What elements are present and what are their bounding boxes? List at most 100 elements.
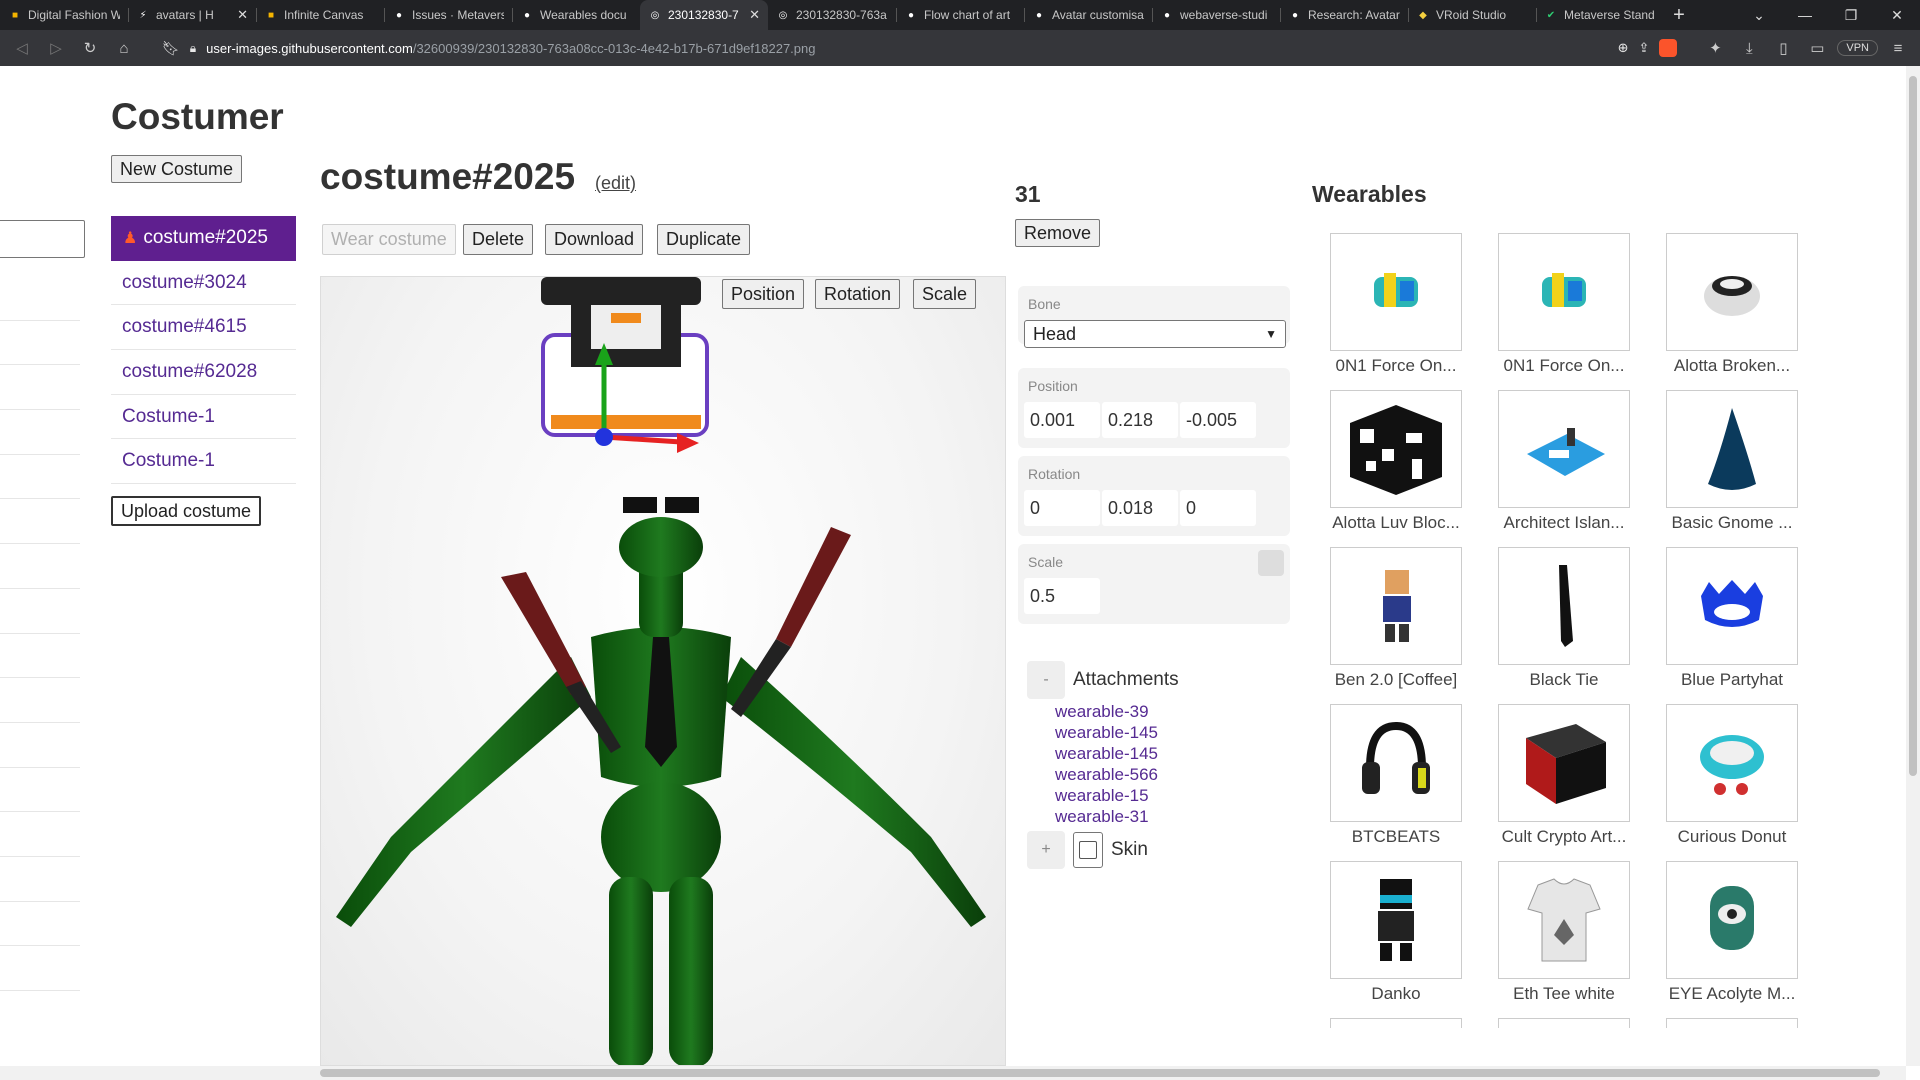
wearable-card[interactable]: Alotta Broken... <box>1666 233 1798 376</box>
close-tab-icon[interactable]: ✕ <box>237 7 248 23</box>
address-bar[interactable]: 🔖︎ 🔒︎ user-images.githubusercontent.com/… <box>152 34 1687 62</box>
tab-search-icon[interactable]: ⌄ <box>1736 0 1782 30</box>
zoom-icon[interactable]: ⊕ <box>1618 40 1629 56</box>
browser-tab[interactable]: ● Avatar customisa <box>1024 0 1152 30</box>
attachment-link[interactable]: wearable-39 <box>1055 701 1179 722</box>
vpn-badge[interactable]: VPN <box>1837 40 1878 56</box>
clipped-input[interactable] <box>0 220 85 258</box>
bone-select[interactable]: Head ▼ <box>1024 320 1286 348</box>
vroid-icon: ◆ <box>1419 9 1427 21</box>
costume-list-item[interactable]: Costume-1 <box>111 439 296 485</box>
attachment-link[interactable]: wearable-145 <box>1055 743 1179 764</box>
wearable-card[interactable]: Black Tie <box>1498 547 1630 690</box>
browser-tab[interactable]: ◎ 230132830-763a <box>768 0 896 30</box>
browser-tab[interactable]: ■ Infinite Canvas <box>256 0 384 30</box>
sidebar-icon[interactable]: ▯ <box>1769 34 1797 62</box>
position-x-input[interactable]: 0.001 <box>1024 402 1100 438</box>
share-icon[interactable]: ⇪ <box>1638 40 1649 56</box>
position-y-input[interactable]: 0.218 <box>1102 402 1178 438</box>
forward-button[interactable]: ▷ <box>42 34 70 62</box>
wearable-card[interactable]: Eth Tee white <box>1498 861 1630 1004</box>
edit-name-link[interactable]: (edit) <box>595 173 636 194</box>
wearable-card[interactable]: Blue Partyhat <box>1666 547 1798 690</box>
costume-list-item[interactable]: costume#62028 <box>111 350 296 395</box>
browser-tab[interactable]: ● webaverse-studi <box>1152 0 1280 30</box>
close-window-button[interactable]: ✕ <box>1874 0 1920 30</box>
browser-tab[interactable]: ■ Digital Fashion W <box>0 0 128 30</box>
menu-icon[interactable]: ≡ <box>1884 34 1912 62</box>
vertical-scrollbar[interactable] <box>1906 66 1920 1066</box>
downloads-icon[interactable]: ⤓ <box>1735 34 1763 62</box>
attachment-link[interactable]: wearable-566 <box>1055 764 1179 785</box>
position-z-input[interactable]: -0.005 <box>1180 402 1256 438</box>
home-button[interactable]: ⌂ <box>110 34 138 62</box>
browser-tab[interactable]: ⚡ avatars | H ✕ <box>128 0 256 30</box>
wearable-card[interactable]: EYE Acolyte M... <box>1666 861 1798 1004</box>
download-button[interactable]: Download <box>545 224 644 255</box>
remove-button[interactable]: Remove <box>1015 219 1101 247</box>
browser-tab[interactable]: ● Issues · Metavers <box>384 0 512 30</box>
attachment-link[interactable]: wearable-145 <box>1055 722 1179 743</box>
wear-costume-button[interactable]: Wear costume <box>322 224 456 255</box>
gizmo-scale-button[interactable]: Scale <box>913 279 977 309</box>
wearable-label: Alotta Luv Bloc... <box>1332 513 1460 532</box>
close-tab-icon[interactable]: ✕ <box>749 7 760 23</box>
wallet-icon[interactable]: ▭ <box>1803 34 1831 62</box>
gizmo-x-axis[interactable] <box>603 434 682 445</box>
gizmo-position-button[interactable]: Position <box>722 279 805 309</box>
wearable-card[interactable] <box>1498 1018 1630 1028</box>
minimize-button[interactable]: — <box>1782 0 1828 30</box>
costume-list-item[interactable]: ♟ costume#2025 <box>111 216 296 261</box>
wearable-card[interactable]: BTCBEATS <box>1330 704 1462 847</box>
costume-list-item[interactable]: costume#3024 <box>111 261 296 306</box>
browser-tab[interactable]: ✔ Metaverse Stand <box>1536 0 1664 30</box>
rotation-x-input[interactable]: 0 <box>1024 490 1100 526</box>
wearable-card[interactable]: Ben 2.0 [Coffee] <box>1330 547 1462 690</box>
wearable-card[interactable]: Danko <box>1330 861 1462 1004</box>
url-text[interactable]: user-images.githubusercontent.com/326009… <box>206 41 1607 56</box>
new-costume-button[interactable]: New Costume <box>111 155 243 183</box>
back-button[interactable]: ◁ <box>8 34 36 62</box>
restore-button[interactable]: ❐ <box>1828 0 1874 30</box>
bookmark-icon[interactable]: 🔖︎ <box>162 40 180 57</box>
browser-tab[interactable]: ● Flow chart of art <box>896 0 1024 30</box>
attachment-link[interactable]: wearable-15 <box>1055 785 1179 806</box>
scale-input[interactable]: 0.5 <box>1024 578 1100 614</box>
scale-lock-button[interactable] <box>1258 550 1284 576</box>
costume-list-item[interactable]: costume#4615 <box>111 305 296 351</box>
rotation-y-input[interactable]: 0.018 <box>1102 490 1178 526</box>
avatar-3d-viewport[interactable] <box>320 276 1006 1066</box>
wearable-card[interactable]: Architect Islan... <box>1498 390 1630 533</box>
new-tab-button[interactable]: + <box>1664 0 1694 30</box>
skin-checkbox[interactable] <box>1073 832 1103 868</box>
attachment-link[interactable]: wearable-31 <box>1055 806 1179 827</box>
wearable-card[interactable]: 0N1 Force On... <box>1498 233 1630 376</box>
upload-costume-button[interactable]: Upload costume <box>111 496 262 526</box>
wearable-card[interactable]: Curious Donut <box>1666 704 1798 847</box>
reload-button[interactable]: ↻ <box>76 34 104 62</box>
costume-list-item[interactable]: Costume-1 <box>111 395 296 440</box>
wearable-card[interactable]: 0N1 Force On... <box>1330 233 1462 376</box>
wearable-card[interactable] <box>1666 1018 1798 1028</box>
horizontal-scrollbar[interactable] <box>0 1066 1906 1080</box>
browser-tab[interactable]: ◆ VRoid Studio <box>1408 0 1536 30</box>
gizmo-z-axis[interactable] <box>595 428 613 446</box>
browser-tab[interactable]: ● Research: Avatar <box>1280 0 1408 30</box>
costume-name: costume#4615 <box>122 316 247 338</box>
rotation-z-input[interactable]: 0 <box>1180 490 1256 526</box>
wearable-card[interactable] <box>1330 1018 1462 1028</box>
delete-button[interactable]: Delete <box>463 224 534 255</box>
browser-tab[interactable]: ● Wearables docu <box>512 0 640 30</box>
wearable-card[interactable]: Cult Crypto Art... <box>1498 704 1630 847</box>
duplicate-button[interactable]: Duplicate <box>657 224 751 255</box>
collapse-attachments-button[interactable]: - <box>1027 661 1065 699</box>
wearable-card[interactable]: Alotta Luv Bloc... <box>1330 390 1462 533</box>
gizmo-rotation-button[interactable]: Rotation <box>815 279 901 309</box>
browser-tab[interactable]: ◎ 230132830-7 ✕ <box>640 0 768 30</box>
add-attachment-button[interactable]: + <box>1027 831 1065 869</box>
brave-shield-icon[interactable] <box>1659 39 1678 57</box>
wearable-card[interactable]: Basic Gnome ... <box>1666 390 1798 533</box>
lock-icon[interactable]: 🔒︎ <box>190 41 196 56</box>
left-arm <box>336 657 591 927</box>
extensions-icon[interactable]: ✦ <box>1701 34 1729 62</box>
